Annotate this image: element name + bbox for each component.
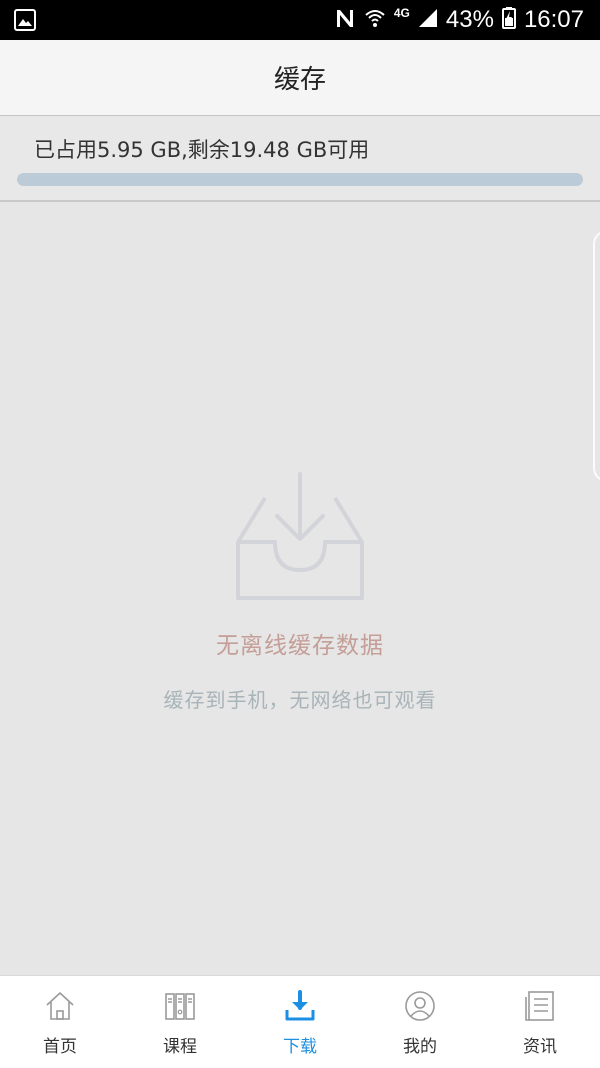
- tab-label: 下载: [283, 1037, 317, 1057]
- header: 缓存: [0, 40, 600, 116]
- tab-home[interactable]: 首页: [0, 976, 120, 1068]
- wifi-icon: [364, 7, 386, 33]
- gallery-notification-icon: [14, 9, 36, 35]
- empty-subtitle: 缓存到手机，无网络也可观看: [163, 688, 437, 712]
- tab-download[interactable]: 下载: [240, 976, 360, 1068]
- user-icon: [405, 991, 435, 1021]
- bottom-tab-bar: 首页 课程 下载 我的 资讯: [0, 975, 600, 1068]
- download-icon: [285, 990, 315, 1021]
- page-title: 缓存: [273, 65, 326, 95]
- signal-icon: [418, 8, 438, 32]
- tab-label: 资讯: [523, 1037, 557, 1057]
- home-icon: [46, 992, 74, 1020]
- tab-mine[interactable]: 我的: [360, 976, 480, 1068]
- news-icon: [525, 991, 554, 1021]
- tab-label: 首页: [43, 1037, 77, 1057]
- tab-label: 课程: [163, 1037, 197, 1057]
- network-type: 4G: [393, 6, 410, 20]
- tab-news[interactable]: 资讯: [480, 976, 600, 1068]
- battery-icon: [501, 7, 516, 33]
- empty-title: 无离线缓存数据: [216, 633, 384, 659]
- storage-summary: 已占用5.95 GB,剩余19.48 GB可用: [34, 138, 370, 162]
- tab-label: 我的: [403, 1037, 437, 1057]
- storage-info: 已占用5.95 GB,剩余19.48 GB可用: [0, 116, 600, 202]
- edge-panel-handle[interactable]: [593, 230, 600, 482]
- clock: 16:07: [523, 6, 584, 33]
- battery-percent: 43%: [445, 6, 494, 33]
- status-bar: 4G 43% 16:07: [0, 0, 600, 40]
- storage-progress-fill: [17, 173, 583, 186]
- storage-progress-bar: [17, 173, 583, 186]
- tab-courses[interactable]: 课程: [120, 976, 240, 1068]
- books-icon: [165, 993, 195, 1020]
- empty-state: 无离线缓存数据 缓存到手机，无网络也可观看: [0, 470, 600, 713]
- inbox-download-icon: [236, 472, 364, 600]
- nfc-icon: [334, 7, 356, 33]
